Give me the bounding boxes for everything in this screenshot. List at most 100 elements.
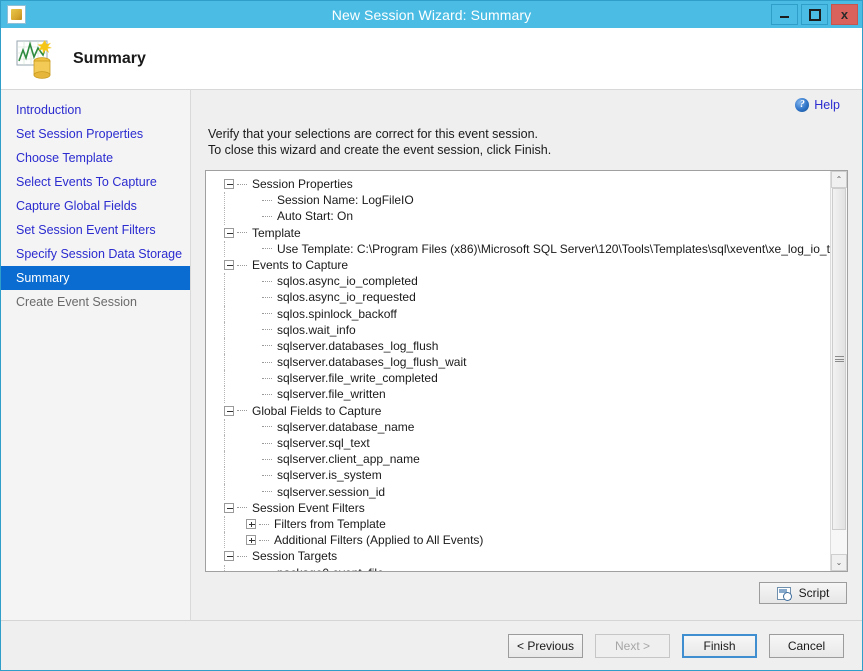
tree-scrollbar[interactable]: ⌃ ⌄ (830, 171, 847, 571)
tree-node-label: sqlserver.file_write_completed (277, 371, 438, 386)
tree-connector (262, 491, 272, 493)
tree-node[interactable]: sqlserver.sql_text (212, 435, 830, 452)
expand-toggle-icon[interactable] (246, 535, 256, 546)
tree-node[interactable]: package0.event_file (212, 564, 830, 571)
tree-connector (224, 418, 232, 435)
tree-node[interactable]: Session Name: LogFileIO (212, 192, 830, 209)
tree-node[interactable]: sqlos.async_io_requested (212, 289, 830, 306)
tree-node-label: sqlserver.sql_text (277, 436, 370, 450)
tree-node[interactable]: sqlos.spinlock_backoff (212, 305, 830, 322)
tree-connector (262, 394, 272, 396)
finish-button[interactable]: Finish (682, 633, 757, 658)
tree-node[interactable]: sqlserver.client_app_name (212, 451, 830, 468)
tree-node-label: Session Event Filters (252, 500, 365, 515)
tree-connector (262, 458, 272, 460)
sidebar-item-create-event-session: Create Event Session (16, 295, 137, 309)
tree-node[interactable]: Auto Start: On (212, 208, 830, 225)
title-bar: New Session Wizard: Summary x (1, 1, 862, 28)
tree-node[interactable]: Global Fields to Capture (212, 403, 830, 419)
script-page-icon (776, 586, 792, 601)
tree-connector (237, 555, 247, 557)
cancel-button[interactable]: Cancel (769, 633, 844, 658)
tree-connector (237, 264, 247, 266)
script-button[interactable]: Script (759, 582, 847, 604)
tree-node[interactable]: sqlserver.database_name (212, 418, 830, 435)
maximize-button[interactable] (801, 4, 828, 25)
tree-node[interactable]: sqlserver.is_system (212, 467, 830, 484)
tree-connector (259, 523, 269, 525)
sidebar-item-set-session-event-filters[interactable]: Set Session Event Filters (1, 218, 190, 242)
tree-connector (237, 410, 247, 412)
close-button[interactable]: x (831, 4, 858, 25)
sidebar-item-summary[interactable]: Summary (1, 266, 190, 290)
session-chart-database-icon (15, 36, 61, 82)
tree-node[interactable]: Session Targets (212, 548, 830, 564)
tree-node[interactable]: Session Properties (212, 176, 830, 192)
collapse-toggle-icon[interactable] (224, 551, 234, 562)
tree-node-label: Session Targets (252, 549, 338, 564)
page-header: Summary (1, 28, 862, 90)
tree-node[interactable]: Session Event Filters (212, 500, 830, 516)
tree-node[interactable]: Additional Filters (Applied to All Event… (212, 532, 830, 549)
tree-node-label: sqlserver.file_written (277, 387, 386, 402)
tree-connector (224, 451, 232, 468)
tree-connector (262, 313, 272, 315)
tree-connector (262, 248, 272, 250)
instructions-line-2: To close this wizard and create the even… (208, 143, 552, 157)
tree-node[interactable]: Template (212, 225, 830, 241)
tree-connector (262, 474, 272, 476)
next-button: Next > (595, 633, 670, 658)
script-row: Script (205, 572, 848, 614)
sidebar-item-specify-session-data-storage[interactable]: Specify Session Data Storage (1, 242, 190, 266)
sidebar-item-introduction[interactable]: Introduction (1, 98, 190, 122)
scroll-down-arrow-icon[interactable]: ⌄ (831, 554, 847, 571)
collapse-toggle-icon[interactable] (224, 179, 234, 190)
tree-node[interactable]: sqlos.async_io_completed (212, 273, 830, 290)
help-link[interactable]: ? Help (795, 98, 840, 112)
tree-node[interactable]: Events to Capture (212, 257, 830, 273)
tree-connector (224, 305, 232, 322)
tree-node[interactable]: Filters from Template (212, 515, 830, 533)
tree-node-label: Auto Start: On (277, 209, 354, 224)
sidebar-item-capture-global-fields[interactable]: Capture Global Fields (1, 194, 190, 218)
tree-node-label: Use Template: C:\Program Files (x86)\Mic… (277, 241, 830, 256)
window-title: New Session Wizard: Summary (331, 6, 532, 23)
tree-connector (262, 199, 272, 201)
tree-node[interactable]: sqlserver.databases_log_flush_wait (212, 354, 830, 371)
tree-connector (224, 337, 232, 355)
help-circle-icon: ? (795, 98, 810, 112)
sidebar-item-select-events-to-capture[interactable]: Select Events To Capture (1, 170, 190, 194)
tree-node-label: sqlserver.databases_log_flush (277, 338, 439, 353)
collapse-toggle-icon[interactable] (224, 502, 234, 513)
collapse-toggle-icon[interactable] (224, 227, 234, 238)
expand-toggle-icon[interactable] (246, 519, 256, 530)
collapse-toggle-icon[interactable] (224, 260, 234, 271)
tree-node[interactable]: Use Template: C:\Program Files (x86)\Mic… (212, 240, 830, 257)
tree-node[interactable]: sqlserver.file_written (212, 386, 830, 403)
tree-node-label: Session Name: LogFileIO (277, 193, 414, 208)
tree-node[interactable]: sqlos.wait_info (212, 321, 830, 338)
minimize-button[interactable] (771, 4, 798, 25)
tree-connector (224, 240, 232, 257)
tree-node-label: Global Fields to Capture (252, 403, 382, 418)
tree-connector (224, 273, 232, 290)
tree-node[interactable]: sqlserver.databases_log_flush (212, 337, 830, 355)
tree-node-label: sqlserver.client_app_name (277, 452, 420, 467)
scrollbar-track[interactable] (831, 188, 847, 554)
previous-button[interactable]: < Previous (508, 633, 583, 658)
help-row: ? Help (205, 90, 848, 120)
summary-tree[interactable]: Session Properties Session Name: LogFile… (205, 170, 848, 572)
help-label: Help (814, 98, 840, 112)
tree-node-label: sqlos.wait_info (277, 322, 356, 337)
tree-connector (237, 507, 247, 509)
sidebar-item-choose-template[interactable]: Choose Template (1, 146, 190, 170)
sidebar-item-set-session-properties[interactable]: Set Session Properties (1, 122, 190, 146)
tree-node[interactable]: sqlserver.file_write_completed (212, 370, 830, 387)
tree-node[interactable]: sqlserver.session_id (212, 483, 830, 500)
scrollbar-thumb[interactable] (832, 188, 846, 530)
tree-connector (224, 483, 232, 500)
tree-node-label: Filters from Template (274, 516, 386, 531)
scroll-up-arrow-icon[interactable]: ⌃ (831, 171, 847, 188)
collapse-toggle-icon[interactable] (224, 405, 234, 416)
tree-connector (262, 215, 272, 217)
